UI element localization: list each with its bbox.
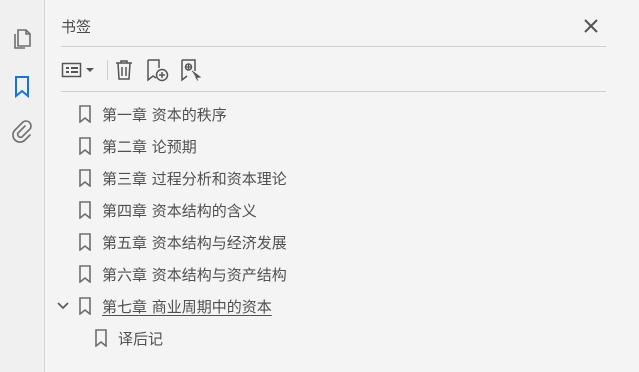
trash-icon [116, 60, 132, 80]
bookmark-search-icon [181, 59, 202, 82]
divider [61, 46, 606, 47]
bookmark-icon [79, 233, 91, 251]
add-bookmark-icon [147, 59, 169, 82]
bookmark-label: 第六章 资本结构与资产结构 [102, 265, 287, 284]
options-menu-button[interactable] [61, 56, 97, 84]
left-nav-rail [0, 0, 45, 372]
toolbar-separator [107, 60, 108, 80]
bookmark-label: 第一章 资本的秩序 [102, 105, 227, 124]
bookmark-icon [79, 169, 91, 187]
bookmark-item[interactable]: 第二章 论预期 [78, 132, 197, 160]
panel-title: 书签 [61, 18, 92, 36]
pages-icon [14, 29, 31, 49]
new-bookmark-button[interactable] [145, 56, 171, 84]
bookmark-icon [95, 329, 107, 347]
bookmark-label: 第七章 商业周期中的资本 [102, 297, 272, 316]
bookmark-label: 第三章 过程分析和资本理论 [102, 169, 287, 188]
close-panel-button[interactable] [581, 16, 601, 36]
chevron-down-icon [57, 302, 69, 310]
expand-toggle[interactable] [55, 298, 71, 314]
find-bookmark-button[interactable] [179, 56, 205, 84]
bookmarks-panel: 书签 第一章 资本的秩序 第二章 论预期 第三章 过程分析和资本理论 第四章 资… [45, 0, 639, 372]
page-thumbnails-button[interactable] [9, 26, 35, 52]
close-icon [584, 19, 598, 33]
bookmark-label: 第四章 资本结构的含义 [102, 201, 257, 220]
bookmarks-panel-button[interactable] [9, 74, 35, 100]
bookmark-item-selected[interactable]: 第七章 商业周期中的资本 [78, 292, 272, 320]
bookmark-icon [79, 137, 91, 155]
bookmark-item[interactable]: 第六章 资本结构与资产结构 [78, 260, 287, 288]
bookmark-icon [79, 201, 91, 219]
attachments-icon [12, 120, 32, 143]
bookmark-label: 第二章 论预期 [102, 137, 197, 156]
bookmark-icon [79, 265, 91, 283]
bookmark-label: 第五章 资本结构与经济发展 [102, 233, 287, 252]
bookmark-item[interactable]: 第四章 资本结构的含义 [78, 196, 257, 224]
bookmark-label: 译后记 [118, 329, 164, 348]
bookmark-icon [79, 105, 91, 123]
bookmark-child-item[interactable]: 译后记 [94, 324, 163, 352]
bookmarks-icon [15, 76, 29, 99]
options-list-icon [61, 62, 94, 78]
bookmark-icon [79, 297, 91, 315]
delete-bookmark-button[interactable] [113, 56, 135, 84]
bookmark-item[interactable]: 第五章 资本结构与经济发展 [78, 228, 287, 256]
attachments-panel-button[interactable] [9, 119, 35, 145]
bookmark-item[interactable]: 第三章 过程分析和资本理论 [78, 164, 287, 192]
bookmarks-toolbar [61, 56, 606, 84]
divider [61, 91, 606, 92]
bookmark-item[interactable]: 第一章 资本的秩序 [78, 100, 227, 128]
